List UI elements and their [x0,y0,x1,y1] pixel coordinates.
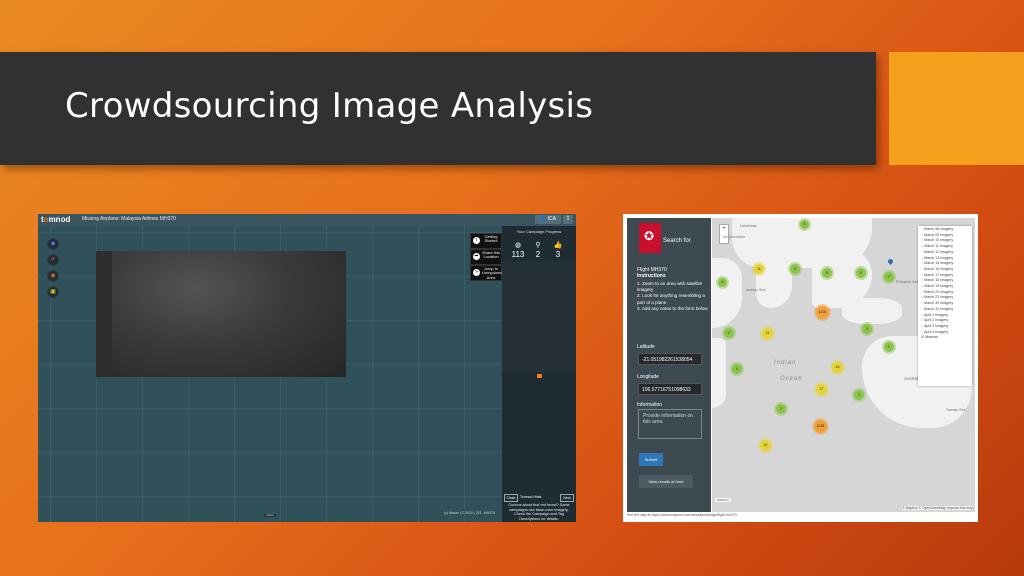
tomnod-logo[interactable]: tomnod [41,215,70,224]
latitude-field[interactable]: -21.051982261538054 [638,353,702,365]
landmass-indonesia [842,298,902,324]
marker-cluster[interactable]: 26 [832,362,843,373]
footer-link[interactable]: See full map at https://www.mapbox.com/l… [627,513,737,517]
slide-title: Crowdsourcing Image Analysis [65,86,594,126]
satellite-image-tile [96,251,346,377]
thumbs-up-icon: 👍 [553,242,563,249]
marker-cluster[interactable]: 8 [800,220,809,229]
tomnod-map[interactable]: ◆ ✈ ◉ ▣ i Getting Started ➦ Share this L… [38,226,502,522]
tiles-viewed-count: 113 [511,250,525,259]
latitude-label: Latitude [637,344,655,350]
landmass-arabia [712,258,742,328]
map-credit: (c) Maxar | © 2021 | 221 ·MH370 [444,511,496,515]
marker-cluster[interactable]: 19 [760,440,771,451]
tags-count: 2 [535,250,541,259]
marker-cluster[interactable]: 6 [732,364,742,374]
jump-icon: » [473,269,480,276]
marker-cluster[interactable]: 27 [816,384,827,395]
place-label: Arabian Sea [746,288,766,292]
search-sidebar: ✪ Search for Flight MH370 Instructions 1.… [627,218,711,512]
place-label: Philippine Sea [896,280,919,284]
location-pin-icon[interactable]: ◆ [47,238,59,250]
getting-started-button[interactable]: i Getting Started [470,233,502,249]
progress-panel: Your Campaign Progress ◍ ⚲ 👍 113 2 3 Close T… [502,226,576,522]
marker-cluster[interactable]: 4 [790,264,800,274]
jump-unexplored-button[interactable]: » Jump to Unexplored Area [470,265,502,281]
legend-item[interactable]: Markers [921,335,972,341]
info-icon: i [473,237,480,244]
tomnod-screenshot: tomnod Missing Airplane: Malaysia Airlin… [38,214,576,522]
map-attribution[interactable]: © Mapbox © OpenStreetMap Improve this ma… [902,506,973,510]
hint-text: Curious about that red forest? Some camp… [508,503,570,521]
information-label: Information [637,402,663,408]
map-zoom-control[interactable]: + − [719,224,729,244]
longitude-label: Longitude [637,374,659,380]
pin-icon: ⚲ [535,242,541,249]
marker-cluster[interactable]: 3 [854,390,864,400]
campaign-title: Missing Airplane: Malaysia Airlines MH37… [82,216,176,222]
place-label: Turkmenistan [724,235,746,239]
sea-label: Ocean [780,376,803,382]
tomnod-top-bar: tomnod Missing Airplane: Malaysia Airlin… [38,214,576,226]
marker-indicator [537,374,542,378]
sea-label: Indian [774,360,797,366]
progress-preview [502,262,576,372]
share-icon: ⇪ [565,216,571,222]
marker-cluster[interactable]: 5 [822,268,832,278]
marker-cluster[interactable]: 11 [754,264,764,274]
place-label: Uzbekistan [740,224,758,228]
mh370-screenshot: ✪ Search for Flight MH370 Instructions 1.… [623,214,978,522]
imagery-layer-legend[interactable]: March 08 ImageryMarch 09 ImageryMarch 10… [918,226,972,386]
fuel-icon[interactable]: ▣ [47,286,59,298]
view-results-button[interactable]: View results of form [639,475,693,488]
share-location-button[interactable]: ➦ Share this Location [470,249,502,265]
plane-icon[interactable]: ✈ [47,254,59,266]
user-icon: 👤 [540,216,547,222]
agreement-count: 3 [555,250,561,259]
place-label: Tasman Sea [946,408,966,412]
user-menu-button[interactable]: 👤 ICA [535,215,561,224]
instructions-text: 1. Zoom to an area with satellite imager… [637,281,708,311]
marker-cluster[interactable]: 2 [776,404,786,414]
accent-box [889,52,1024,165]
globe-icon: ◍ [514,242,522,249]
star-icon: ✪ [644,229,655,243]
hints-label: Tomnod Hints [520,495,542,499]
longitude-field[interactable]: 106.57716751098633 [638,383,702,395]
mh370-map[interactable]: + − Uzbekistan Turkmenistan Arabian Sea P… [712,218,975,512]
marker-cluster[interactable]: 21 [762,328,773,339]
marker-cluster[interactable]: 6 [856,268,866,278]
marker-cluster[interactable]: 3 [862,324,872,334]
marker-cluster[interactable]: 2 [884,342,894,352]
marker-cluster[interactable]: 1204 [816,306,829,319]
marker-cluster[interactable]: 3 [718,278,727,287]
close-button[interactable]: Close [504,494,518,502]
map-scale: 1000 km [715,498,731,502]
zoom-in-icon[interactable]: + [720,225,728,234]
next-button[interactable]: Next [560,494,574,502]
progress-title: Your Campaign Progress [516,229,562,234]
marker-cluster[interactable]: 1038 [814,420,827,433]
search-label: Search for [663,238,691,244]
landmass-africa [712,338,726,408]
share-button[interactable]: ⇪ [563,215,573,224]
information-textarea[interactable]: Provide information on this area. [638,409,702,439]
share-icon: ➦ [473,253,480,260]
location-pin-icon[interactable] [886,257,895,266]
life-ring-icon[interactable]: ◉ [47,270,59,282]
instructions-heading: Instructions [637,273,666,279]
marker-cluster[interactable]: 7 [884,272,894,282]
hints-bar: Close Tomnod Hints Next [502,494,576,502]
submit-button[interactable]: Submit [639,453,663,466]
marker-cluster[interactable]: 2 [724,328,734,338]
zoom-control[interactable]: zoom [264,514,276,517]
blackbridge-logo: ✪ [639,223,661,253]
